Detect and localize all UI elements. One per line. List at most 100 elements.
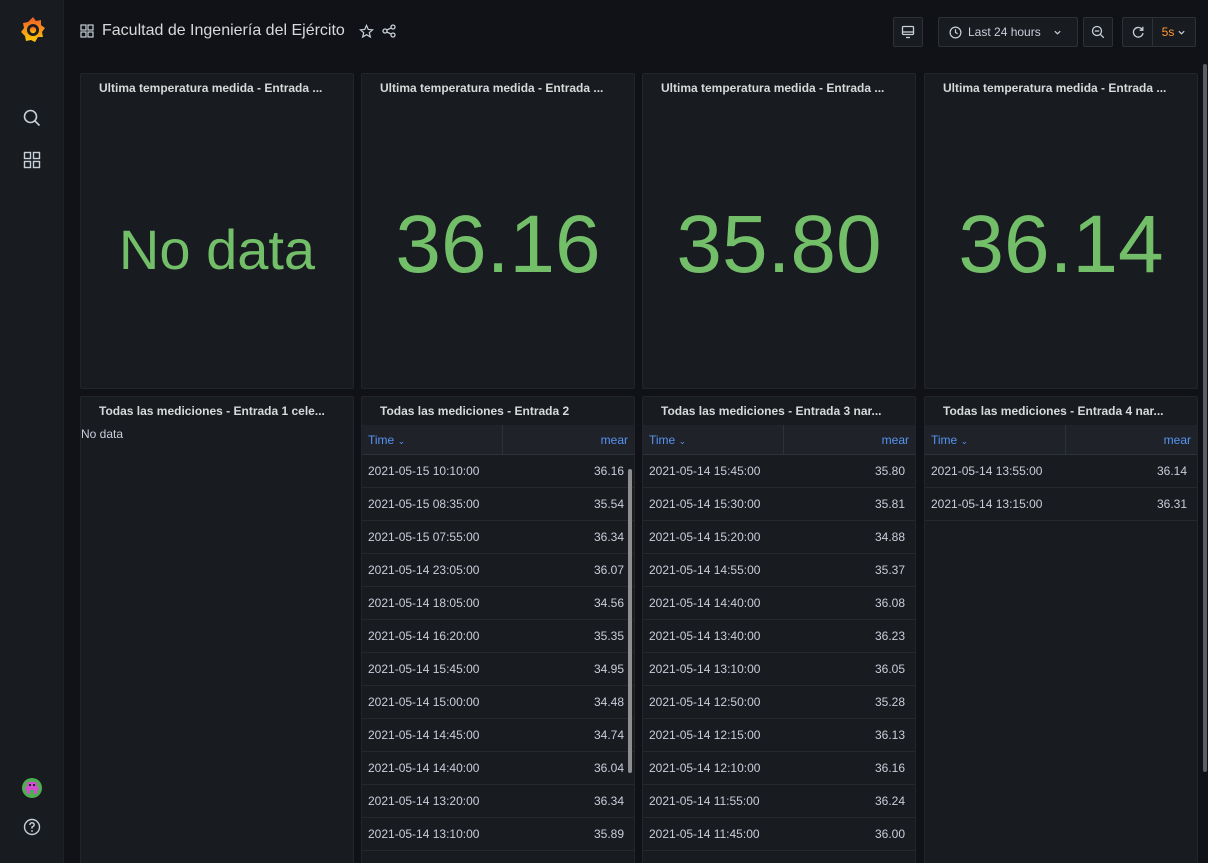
- mean-cell: 36.16: [593, 464, 624, 478]
- no-data-message: No data: [81, 427, 124, 441]
- panel-title[interactable]: Ultima temperatura medida - Entrada ...: [643, 74, 915, 102]
- time-cell: 2021-05-15 07:55:00: [368, 530, 480, 544]
- table-row: 2021-05-14 16:20:00 35.35: [362, 620, 634, 653]
- stat-panel-4: Ultima temperatura medida - Entrada ... …: [924, 73, 1198, 389]
- time-column-header[interactable]: Time ⌄: [925, 425, 1066, 454]
- time-cell: 2021-05-14 14:45:00: [368, 728, 480, 742]
- page-scrollbar[interactable]: [1203, 64, 1207, 772]
- mean-cell: 36.05: [874, 662, 905, 676]
- refresh-icon: [1131, 25, 1145, 39]
- table-row: 2021-05-14 14:55:00 35.37: [643, 554, 915, 587]
- refresh-button[interactable]: [1122, 17, 1152, 47]
- mean-cell: 34.48: [593, 695, 624, 709]
- table-row: 2021-05-14 23:05:00 36.07: [362, 554, 634, 587]
- table-header: Time ⌄ mear: [925, 425, 1197, 455]
- table-scrollbar[interactable]: [628, 469, 632, 773]
- time-cell: 2021-05-14 14:55:00: [649, 563, 761, 577]
- time-cell: 2021-05-14 13:10:00: [649, 662, 761, 676]
- time-cell: 2021-05-14 14:40:00: [649, 596, 761, 610]
- mean-column-header[interactable]: mear: [1066, 425, 1197, 454]
- table-row: 2021-05-14 13:15:00 36.31: [925, 488, 1197, 521]
- mean-cell: 35.89: [593, 827, 624, 841]
- time-cell: 2021-05-14 13:15:00: [931, 497, 1043, 511]
- mean-cell: 34.95: [593, 662, 624, 676]
- zoom-out-button[interactable]: [1083, 17, 1113, 47]
- time-cell: 2021-05-14 12:50:00: [649, 695, 761, 709]
- time-cell: 2021-05-14 15:00:00: [368, 695, 480, 709]
- table-body: 2021-05-14 13:55:00 36.14 2021-05-14 13:15…: [925, 455, 1197, 521]
- table-row: 2021-05-15 10:10:00 36.16: [362, 455, 634, 488]
- mean-cell: 34.74: [593, 728, 624, 742]
- table-row: 2021-05-14 14:40:00 36.04: [362, 752, 634, 785]
- mean-cell: 35.54: [593, 497, 624, 511]
- stat-value: 35.80: [676, 199, 882, 290]
- panel-title[interactable]: Ultima temperatura medida - Entrada ...: [925, 74, 1197, 102]
- time-cell: 2021-05-14 13:55:00: [931, 464, 1043, 478]
- panel-title[interactable]: Todas las mediciones - Entrada 4 nar...: [925, 397, 1197, 425]
- mean-cell: 36.34: [593, 530, 624, 544]
- grafana-logo-icon[interactable]: [20, 14, 46, 46]
- dashboards-grid-icon[interactable]: [18, 146, 46, 174]
- table-row: 2021-05-14 13:10:00 35.89: [362, 818, 634, 851]
- share-icon[interactable]: [382, 24, 396, 38]
- table-row: 2021-05-14 12:15:00 36.13: [643, 719, 915, 752]
- time-cell: 2021-05-14 11:45:00: [649, 827, 760, 841]
- chevron-down-icon: ⌄: [960, 436, 969, 446]
- mean-cell: 34.56: [593, 596, 624, 610]
- mean-cell: 36.04: [593, 761, 624, 775]
- time-range-label: Last 24 hours: [968, 25, 1041, 39]
- zoom-out-icon: [1091, 25, 1105, 39]
- refresh-interval-label: 5s: [1161, 25, 1175, 39]
- time-range-picker[interactable]: Last 24 hours: [938, 17, 1078, 47]
- table-header: Time ⌄ mear: [362, 425, 634, 455]
- table-row: 2021-05-14 15:30:00 35.81: [643, 488, 915, 521]
- table-row: 2021-05-14 15:45:00 34.95: [362, 653, 634, 686]
- star-icon[interactable]: [358, 23, 374, 39]
- mean-cell: 36.23: [874, 629, 905, 643]
- refresh-interval-picker[interactable]: 5s: [1152, 17, 1196, 47]
- dashboard-title[interactable]: Facultad de Ingeniería del Ejército: [102, 22, 345, 40]
- tv-mode-button[interactable]: [893, 17, 923, 47]
- stat-panel-3: Ultima temperatura medida - Entrada ... …: [642, 73, 916, 389]
- table-header: Time ⌄ mear: [643, 425, 915, 455]
- time-cell: 2021-05-14 16:20:00: [368, 629, 480, 643]
- mean-cell: 36.00: [874, 827, 905, 841]
- time-column-header[interactable]: Time ⌄: [643, 425, 784, 454]
- table-row: 2021-05-14 11:45:00 36.00: [643, 818, 915, 851]
- chevron-down-icon: [1053, 28, 1062, 37]
- chevron-down-icon: ⌄: [678, 436, 687, 446]
- mean-cell: 35.37: [874, 563, 905, 577]
- table-row: 2021-05-14 11:55:00 36.24: [643, 785, 915, 818]
- mean-cell: 36.08: [874, 596, 905, 610]
- table-row: 2021-05-14 18:05:00 34.56: [362, 587, 634, 620]
- mean-cell: 35.28: [874, 695, 905, 709]
- mean-cell: 34.88: [874, 530, 905, 544]
- stat-value: No data: [118, 218, 316, 281]
- help-icon[interactable]: [18, 813, 46, 841]
- panel-title[interactable]: Ultima temperatura medida - Entrada ...: [81, 74, 353, 102]
- panel-title[interactable]: Todas las mediciones - Entrada 2: [362, 397, 634, 425]
- panel-title[interactable]: Ultima temperatura medida - Entrada ...: [362, 74, 634, 102]
- top-navbar: Facultad de Ingeniería del Ejército Last…: [64, 0, 1208, 64]
- table-row: 2021-05-14 13:10:00 36.05: [643, 653, 915, 686]
- search-icon[interactable]: [18, 104, 46, 132]
- table-body: 2021-05-14 15:45:00 35.80 2021-05-14 15:30…: [643, 455, 915, 851]
- mean-cell: 35.35: [593, 629, 624, 643]
- time-column-header[interactable]: Time ⌄: [362, 425, 503, 454]
- time-cell: 2021-05-14 13:10:00: [368, 827, 480, 841]
- user-avatar[interactable]: [18, 774, 46, 802]
- mean-cell: 35.80: [874, 464, 905, 478]
- time-cell: 2021-05-15 08:35:00: [368, 497, 480, 511]
- table-row: 2021-05-14 14:40:00 36.08: [643, 587, 915, 620]
- mean-cell: 36.13: [874, 728, 905, 742]
- panel-title[interactable]: Todas las mediciones - Entrada 3 nar...: [643, 397, 915, 425]
- table-row: 2021-05-14 12:50:00 35.28: [643, 686, 915, 719]
- mean-column-header[interactable]: mear: [503, 425, 634, 454]
- time-cell: 2021-05-14 14:40:00: [368, 761, 480, 775]
- table-row: 2021-05-14 15:45:00 35.80: [643, 455, 915, 488]
- mean-column-header[interactable]: mear: [784, 425, 915, 454]
- chevron-down-icon: ⌄: [397, 436, 406, 446]
- mean-cell: 36.16: [874, 761, 905, 775]
- table-row: 2021-05-14 12:10:00 36.16: [643, 752, 915, 785]
- panel-title[interactable]: Todas las mediciones - Entrada 1 cele...: [81, 397, 353, 425]
